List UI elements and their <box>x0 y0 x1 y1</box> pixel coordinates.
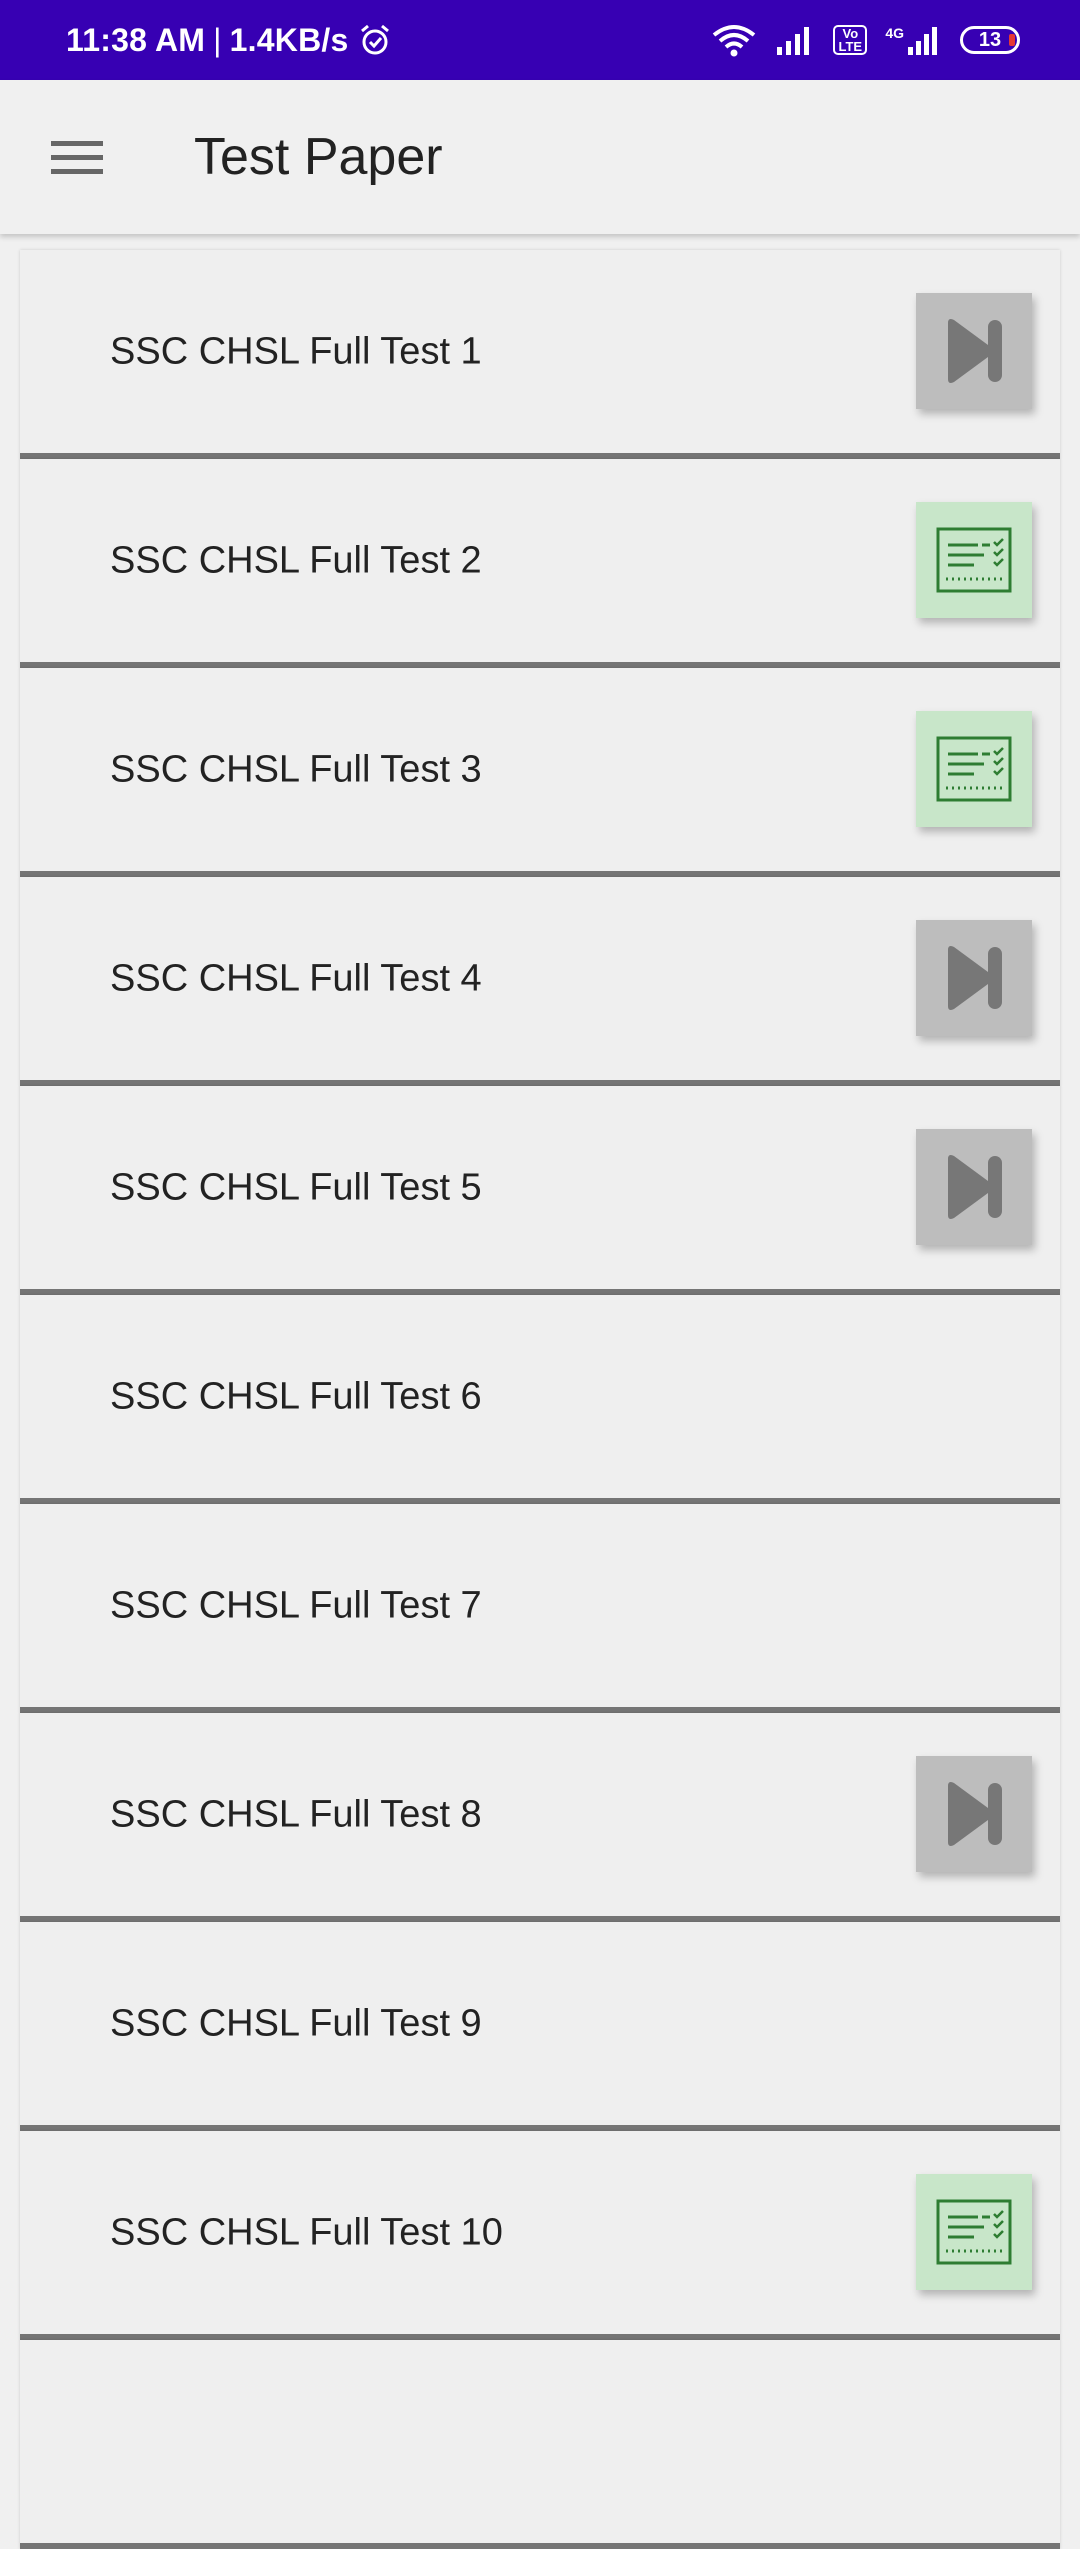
list-item-label: SSC CHSL Full Test 3 <box>110 748 482 790</box>
list-item-label: SSC CHSL Full Test 10 <box>110 2211 503 2253</box>
test-list: SSC CHSL Full Test 1 SSC CHSL Full Test … <box>20 250 1060 2549</box>
list-item-test-7[interactable]: SSC CHSL Full Test 7 <box>20 1504 1060 1713</box>
skip-next-icon <box>948 946 1002 1010</box>
battery-level: 13 <box>978 28 1002 51</box>
list-item-partial[interactable] <box>20 2340 1060 2549</box>
skip-next-icon <box>948 319 1002 383</box>
view-result-button[interactable] <box>916 2174 1032 2290</box>
list-item-label: SSC CHSL Full Test 5 <box>110 1166 482 1208</box>
list-item-test-6[interactable]: SSC CHSL Full Test 6 <box>20 1295 1060 1504</box>
list-item-label: SSC CHSL Full Test 8 <box>110 1793 482 1835</box>
result-sheet-icon <box>936 527 1012 593</box>
network-type: 4G <box>885 25 904 41</box>
list-item-test-3[interactable]: SSC CHSL Full Test 3 <box>20 668 1060 877</box>
skip-next-icon <box>948 1782 1002 1846</box>
result-sheet-icon <box>936 736 1012 802</box>
signal-icon-2 <box>908 27 937 55</box>
menu-icon <box>51 141 103 174</box>
list-item-label: SSC CHSL Full Test 6 <box>110 1375 482 1417</box>
alarm-icon <box>361 24 390 55</box>
status-left: 11:38 AM | 1.4KB/s <box>66 22 392 59</box>
page-title: Test Paper <box>194 128 443 186</box>
start-test-button[interactable] <box>916 920 1032 1036</box>
list-item-test-10[interactable]: SSC CHSL Full Test 10 <box>20 2131 1060 2340</box>
status-bar: 11:38 AM | 1.4KB/s Vo LTE 4G 13 <box>0 0 1080 80</box>
result-sheet-icon <box>936 2199 1012 2265</box>
network-speed: 1.4KB/s <box>229 21 349 58</box>
list-item-test-4[interactable]: SSC CHSL Full Test 4 <box>20 877 1060 1086</box>
list-item-test-2[interactable]: SSC CHSL Full Test 2 <box>20 459 1060 668</box>
start-test-button[interactable] <box>916 1756 1032 1872</box>
wifi-icon <box>713 25 756 57</box>
view-result-button[interactable] <box>916 502 1032 618</box>
list-item-label: SSC CHSL Full Test 2 <box>110 539 482 581</box>
skip-next-icon <box>948 1155 1002 1219</box>
list-item-label: SSC CHSL Full Test 4 <box>110 957 482 999</box>
app-bar: Test Paper <box>0 80 1080 234</box>
list-item-test-5[interactable]: SSC CHSL Full Test 5 <box>20 1086 1060 1295</box>
menu-button[interactable] <box>32 112 122 202</box>
view-result-button[interactable] <box>916 711 1032 827</box>
signal-icon <box>777 27 810 55</box>
status-separator: | <box>213 21 222 58</box>
list-item-test-8[interactable]: SSC CHSL Full Test 8 <box>20 1713 1060 1922</box>
start-test-button[interactable] <box>916 293 1032 409</box>
start-test-button[interactable] <box>916 1129 1032 1245</box>
list-item-label: SSC CHSL Full Test 9 <box>110 2002 482 2044</box>
list-item-test-9[interactable]: SSC CHSL Full Test 9 <box>20 1922 1060 2131</box>
list-item-label: SSC CHSL Full Test 7 <box>110 1584 482 1626</box>
list-item-test-1[interactable]: SSC CHSL Full Test 1 <box>20 250 1060 459</box>
volte-bottom: LTE <box>838 39 863 54</box>
signal-4g: 4G <box>885 25 942 55</box>
battery-icon: 13 <box>960 26 1020 54</box>
list-item-label: SSC CHSL Full Test 1 <box>110 330 482 372</box>
status-right: Vo LTE 4G 13 <box>711 23 1020 57</box>
volte-icon: Vo LTE <box>833 25 868 55</box>
status-time: 11:38 AM <box>66 21 206 58</box>
